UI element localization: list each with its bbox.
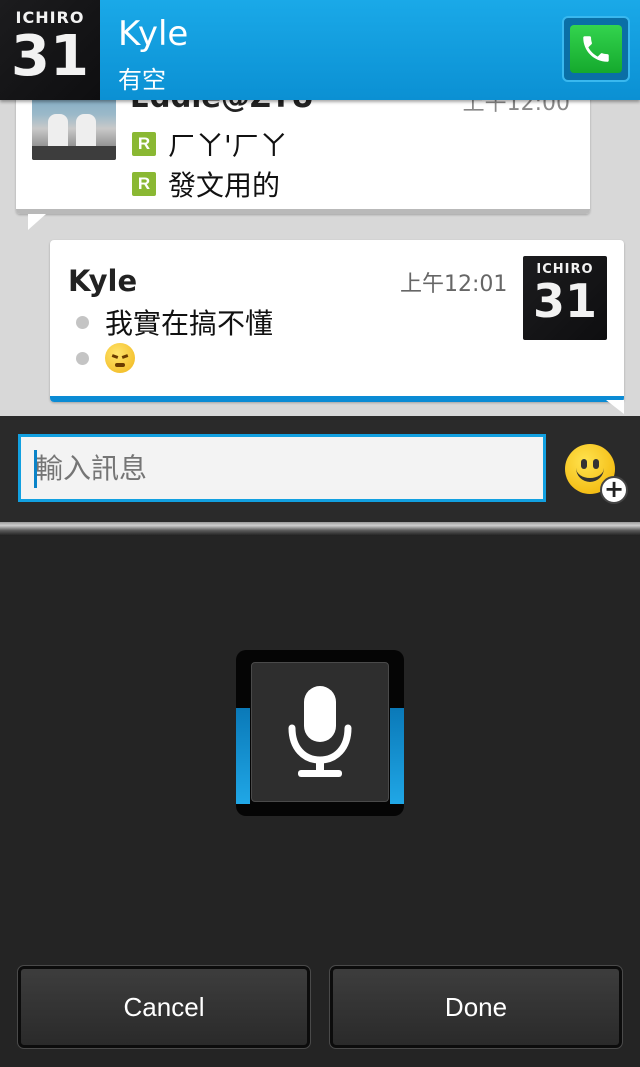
text-cursor <box>34 450 37 488</box>
sender-avatar <box>32 90 116 160</box>
panel-divider <box>0 522 640 536</box>
message-line <box>76 343 135 373</box>
avatar-jersey-number: 31 <box>532 274 597 328</box>
chat-header: ICHIRO 31 Kyle 有空 <box>0 0 640 100</box>
microphone-icon <box>288 686 352 777</box>
done-button[interactable]: Done <box>329 965 623 1049</box>
message-line: R 發文用的 <box>132 164 280 204</box>
sender-name: Kyle <box>68 264 138 298</box>
bubble-divider <box>16 209 590 214</box>
plus-icon[interactable]: + <box>600 476 628 504</box>
sender-avatar: ICHIRO 31 <box>523 256 607 340</box>
cancel-button[interactable]: Cancel <box>17 965 311 1049</box>
bubble-divider <box>50 396 624 402</box>
phone-icon <box>570 25 622 73</box>
contact-name: Kyle <box>118 14 189 54</box>
contact-avatar[interactable]: ICHIRO 31 <box>0 0 100 100</box>
message-input[interactable] <box>18 434 546 502</box>
bubble-tail <box>606 400 624 414</box>
message-text: 我實在搞不懂 <box>105 307 274 340</box>
message-line: 我實在搞不懂 <box>76 302 273 342</box>
call-button[interactable] <box>562 16 630 82</box>
message-text: ㄏㄚ'ㄏㄚ <box>168 129 288 162</box>
microphone-frame <box>236 650 404 816</box>
contact-status: 有空 <box>118 66 166 94</box>
read-badge-icon: R <box>132 132 156 156</box>
message-text: 發文用的 <box>168 169 281 202</box>
microphone-button[interactable] <box>251 662 389 802</box>
bubble-tail <box>28 214 46 230</box>
delivery-dot-icon <box>76 351 89 365</box>
message-line: R ㄏㄚ'ㄏㄚ <box>132 124 288 164</box>
message-bubble-outgoing[interactable]: Kyle 上午12:01 我實在搞不懂 ICHIRO 31 <box>50 240 624 414</box>
level-indicator-right <box>390 708 404 804</box>
level-indicator-left <box>236 708 250 804</box>
composer-bar <box>0 416 640 524</box>
avatar-jersey-number: 31 <box>11 24 89 89</box>
angry-face-emoji-icon <box>105 343 135 373</box>
read-badge-icon: R <box>132 172 156 196</box>
delivery-dot-icon <box>76 315 89 329</box>
message-time: 上午12:01 <box>400 272 508 297</box>
